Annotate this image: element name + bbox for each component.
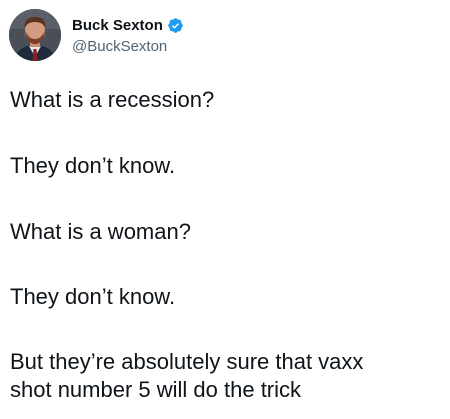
author-names: Buck Sexton @BuckSexton xyxy=(72,16,184,55)
profile-photo-icon xyxy=(9,9,61,61)
handle[interactable]: @BuckSexton xyxy=(72,38,184,55)
verified-badge-icon xyxy=(167,17,184,34)
tweet-card: Buck Sexton @BuckSexton What is a recess… xyxy=(0,0,450,419)
tweet-line: shot number 5 will do the trick xyxy=(10,377,302,402)
tweet-line: But they’re absolutely sure that vaxx xyxy=(10,349,364,374)
tweet-line: They don’t know. xyxy=(10,284,176,309)
name-row: Buck Sexton xyxy=(72,16,184,36)
display-name[interactable]: Buck Sexton xyxy=(72,17,163,34)
tweet-header: Buck Sexton @BuckSexton xyxy=(9,9,184,61)
tweet-line: They don’t know. xyxy=(10,153,176,178)
tweet-line: What is a woman? xyxy=(10,219,191,244)
avatar[interactable] xyxy=(9,9,61,61)
tweet-line: What is a recession? xyxy=(10,87,215,112)
